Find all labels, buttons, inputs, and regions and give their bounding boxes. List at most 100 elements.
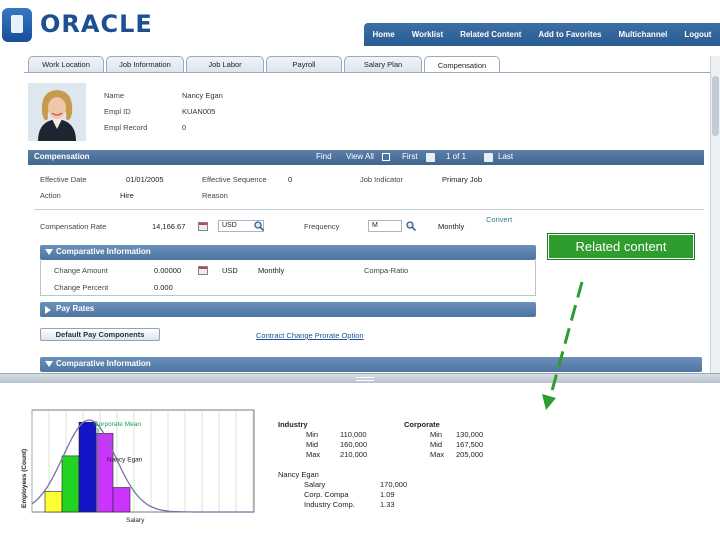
next-arrow-icon[interactable]	[484, 153, 493, 162]
corporate-mid-label: Mid	[430, 440, 443, 449]
corporate-max-label: Max	[430, 450, 445, 459]
nav-home[interactable]: Home	[372, 30, 394, 39]
industry-title: Industry	[278, 420, 308, 429]
eff-seq-value: 0	[288, 175, 293, 184]
row-counter: 1 of 1	[446, 152, 467, 161]
effective-date-value: 01/01/2005	[126, 175, 164, 184]
page-tabs: Work Location Job Information Job Labor …	[28, 56, 710, 73]
tab-payroll[interactable]: Payroll	[266, 56, 342, 72]
frequency-search-icon[interactable]	[406, 221, 416, 231]
action-value: Hire	[120, 191, 134, 200]
comparative-info-bar[interactable]: Comparative Information	[40, 245, 536, 260]
comparative-info-title-2: Comparative Information	[56, 359, 151, 368]
action-label: Action	[40, 191, 61, 200]
prev-arrow-icon[interactable]	[426, 153, 435, 162]
change-amount-label: Change Amount	[54, 266, 108, 275]
person-corp-compa-label: Corp. Compa	[304, 490, 349, 499]
histogram-bar-3	[78, 421, 97, 513]
name-label: Name	[104, 91, 125, 100]
grid-view-icon[interactable]	[382, 153, 390, 161]
default-pay-components-button[interactable]: Default Pay Components	[40, 328, 160, 341]
compa-ratio-label: Compa-Ratio	[364, 266, 409, 275]
emplid-value: KUAN005	[182, 107, 216, 116]
change-currency-value: USD	[222, 266, 238, 275]
corporate-min-value: 130,000	[456, 430, 484, 439]
industry-min-label: Min	[306, 430, 319, 439]
corporate-mid-value: 167,500	[456, 440, 484, 449]
emplrec-label: Empl Record	[104, 123, 148, 132]
person-title: Nancy Egan	[278, 470, 319, 479]
employee-photo	[28, 83, 86, 141]
scroll-thumb[interactable]	[712, 76, 719, 136]
corporate-min-label: Min	[430, 430, 443, 439]
x-axis-label: Salary	[126, 517, 145, 524]
section-divider	[34, 209, 704, 210]
comparative-info-title: Comparative Information	[56, 247, 151, 256]
nav-logout[interactable]: Logout	[684, 30, 711, 39]
industry-mid-value: 160,000	[340, 440, 368, 449]
emplid-label: Empl ID	[104, 107, 131, 116]
expand-arrow-icon	[45, 306, 51, 314]
pane-splitter[interactable]	[0, 373, 720, 383]
tab-job-information[interactable]: Job Information	[106, 56, 184, 72]
comp-rate-value: 14,166.67	[152, 222, 186, 231]
industry-max-value: 210,000	[340, 450, 368, 459]
compensation-title: Compensation	[34, 152, 90, 161]
frequency-value: Monthly	[438, 222, 465, 231]
view-all-link[interactable]: View All	[346, 152, 374, 161]
tab-work-location[interactable]: Work Location	[28, 56, 104, 72]
comparative-info-body	[40, 260, 536, 296]
nav-multichannel[interactable]: Multichannel	[618, 30, 667, 39]
related-content-callout: Related content	[547, 233, 695, 260]
nancy-egan-label: Nancy Egan	[107, 457, 143, 464]
nav-related-content[interactable]: Related Content	[460, 30, 521, 39]
contract-prorate-link[interactable]: Contract Change Prorate Option	[256, 331, 364, 340]
corporate-title: Corporate	[404, 420, 440, 429]
person-salary-label: Salary	[304, 480, 326, 489]
app-window: ORACLE Home Worklist Related Content Add…	[0, 0, 720, 540]
industry-mid-label: Mid	[306, 440, 319, 449]
comp-rate-label: Compensation Rate	[40, 222, 107, 231]
frequency-input[interactable]: M	[368, 220, 402, 232]
callout-arrow	[542, 281, 584, 410]
app-header: ORACLE Home Worklist Related Content Add…	[0, 0, 720, 50]
y-axis-label: Employees (Count)	[21, 449, 28, 508]
person-industry-comp-label: Industry Comp.	[304, 500, 355, 509]
currency-search-icon[interactable]	[254, 221, 264, 231]
tab-compensation[interactable]: Compensation	[424, 56, 500, 73]
collapse-arrow-icon	[45, 249, 53, 255]
first-link[interactable]: First	[402, 152, 418, 161]
change-percent-label: Change Percent	[54, 283, 109, 292]
last-link[interactable]: Last	[498, 152, 513, 161]
histogram-bar-5	[112, 487, 131, 513]
effective-date-label: Effective Date	[40, 175, 87, 184]
compensation-header-bar: Compensation Find View All First 1 of 1 …	[28, 150, 704, 165]
convert-link[interactable]: Convert	[486, 215, 512, 224]
tab-job-labor[interactable]: Job Labor	[186, 56, 264, 72]
reason-label: Reason	[202, 191, 228, 200]
grip-icon	[356, 377, 374, 381]
person-corp-compa-value: 1.09	[380, 490, 395, 499]
find-link[interactable]: Find	[316, 152, 332, 161]
name-value: Nancy Egan	[182, 91, 223, 100]
histogram-bar-1	[44, 491, 63, 513]
job-indicator-label: Job Indicator	[360, 175, 403, 184]
nav-worklist[interactable]: Worklist	[412, 30, 443, 39]
corporate-max-value: 205,000	[456, 450, 484, 459]
change-calculator-icon[interactable]	[198, 266, 208, 275]
frequency-label: Frequency	[304, 222, 340, 231]
eff-seq-label: Effective Sequence	[202, 175, 267, 184]
calculator-icon[interactable]	[198, 222, 208, 231]
industry-min-value: 110,000	[340, 430, 367, 439]
change-amount-value: 0.00000	[154, 266, 182, 275]
pay-rates-title: Pay Rates	[56, 304, 95, 313]
tab-salary-plan[interactable]: Salary Plan	[344, 56, 422, 72]
vertical-scrollbar[interactable]	[710, 56, 720, 374]
nav-add-to-favorites[interactable]: Add to Favorites	[538, 30, 601, 39]
histogram-bar-2	[61, 455, 80, 513]
salary-histogram: Corporate Mean Nancy Egan Employees (Cou…	[21, 409, 255, 524]
pay-rates-bar[interactable]: Pay Rates	[40, 302, 536, 317]
industry-max-label: Max	[306, 450, 321, 459]
job-indicator-value: Primary Job	[442, 175, 483, 184]
person-salary-value: 170,000	[380, 480, 408, 489]
